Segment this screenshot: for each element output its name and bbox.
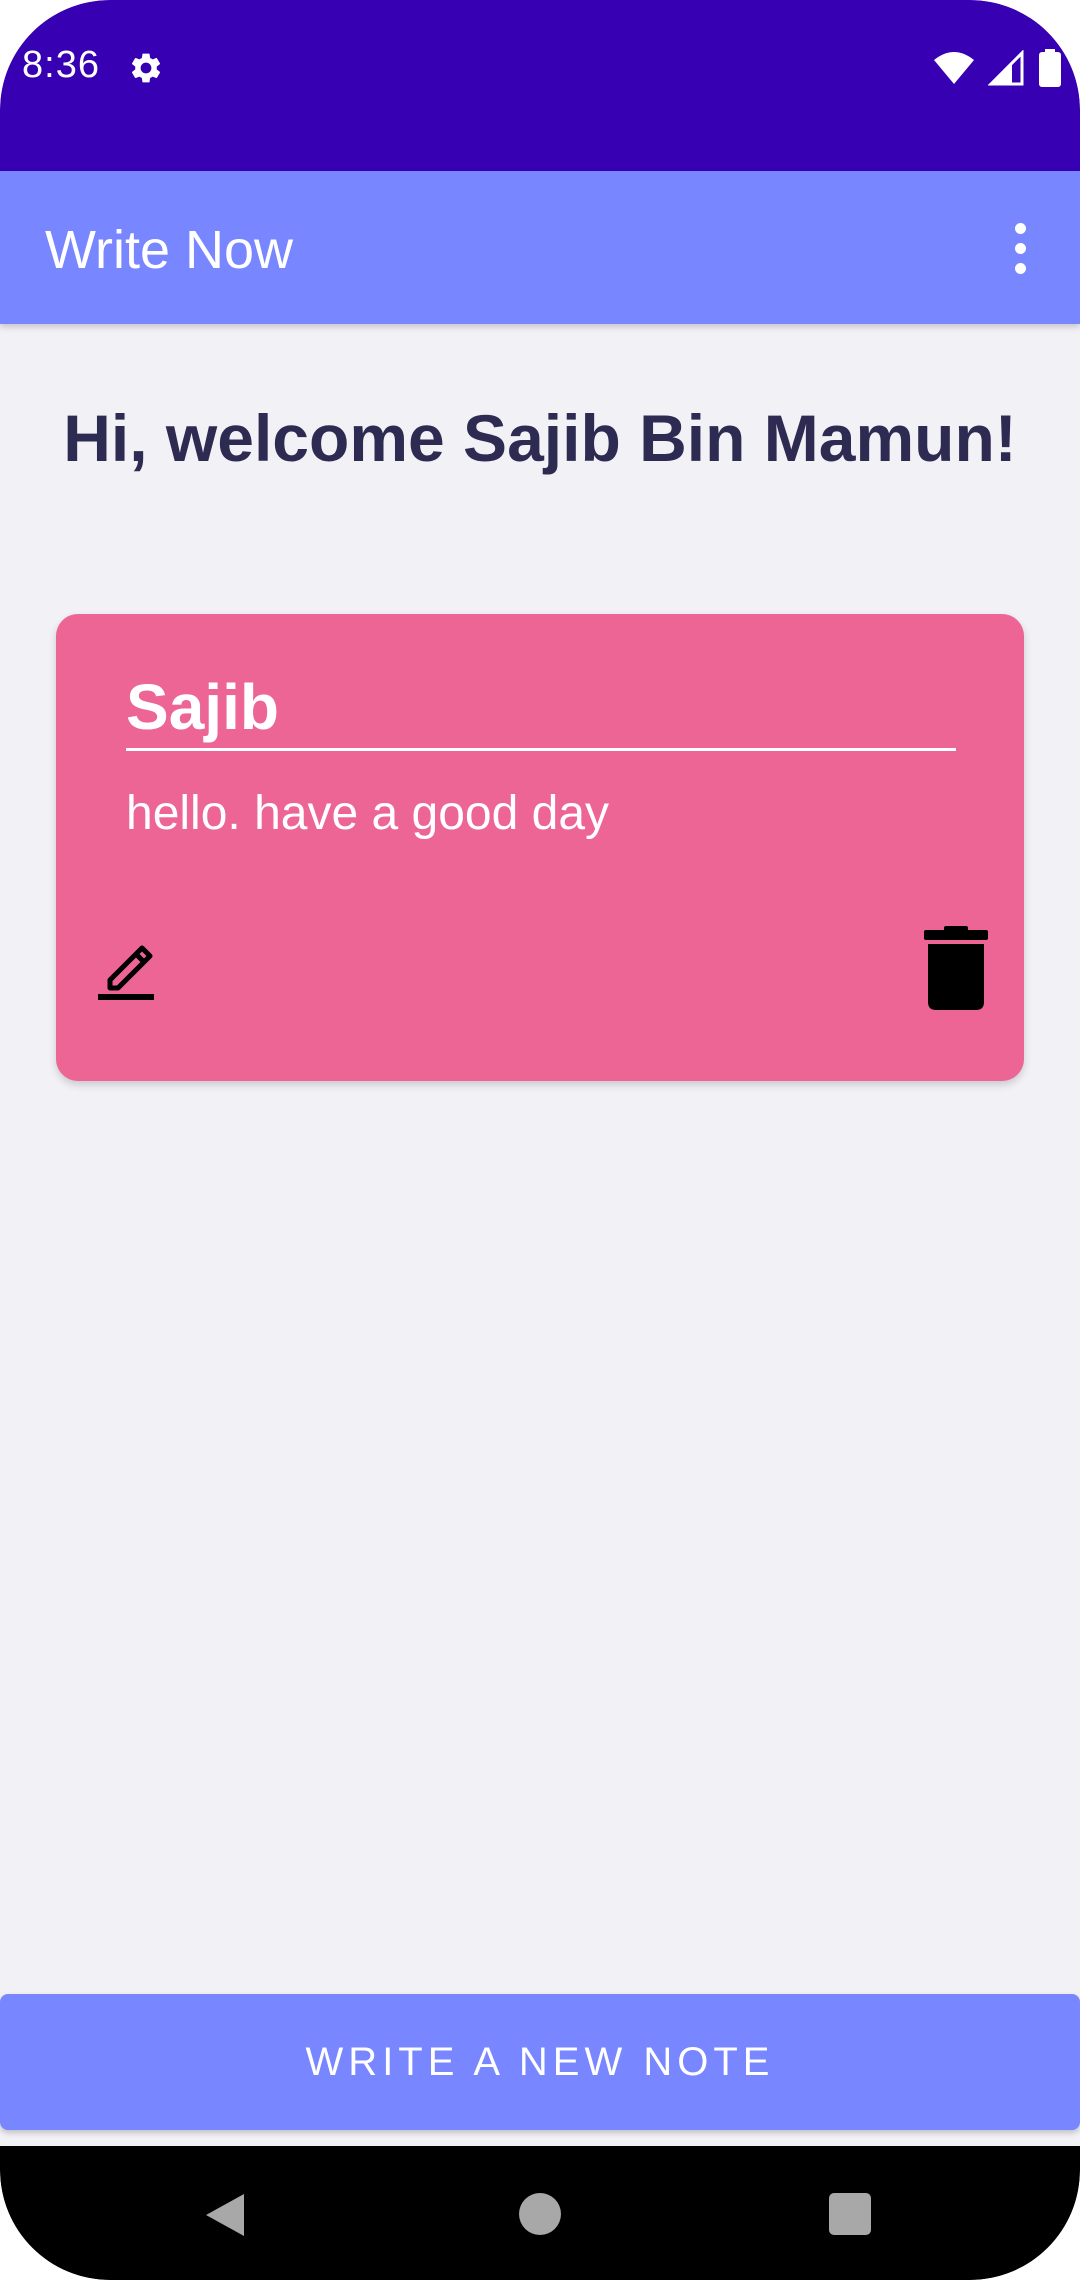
more-options-button[interactable]	[1000, 213, 1040, 283]
status-icons	[934, 48, 1062, 88]
more-vert-icon	[1014, 222, 1026, 234]
battery-icon	[1039, 49, 1061, 87]
settings-gear-icon	[131, 53, 161, 83]
note-title: Sajib	[126, 671, 279, 743]
home-icon[interactable]	[519, 2193, 561, 2235]
navigation-bar	[0, 2146, 1080, 2280]
status-bar: 8:36	[0, 0, 1080, 171]
write-new-note-button[interactable]: WRITE A NEW NOTE	[0, 1994, 1080, 2130]
note-body: hello. have a good day	[126, 787, 610, 840]
recents-icon[interactable]	[829, 2193, 871, 2235]
device-screen: 8:36 Write Now Hi, welcome Sajib Bin Mam…	[0, 0, 1080, 2280]
app-bar: Write Now	[0, 171, 1080, 324]
cellular-signal-icon	[988, 50, 1024, 86]
wifi-icon	[934, 52, 974, 84]
note-card[interactable]: Sajib hello. have a good day	[56, 614, 1024, 1081]
note-divider	[126, 748, 956, 751]
app-title: Write Now	[45, 220, 294, 280]
welcome-heading: Hi, welcome Sajib Bin Mamun!	[63, 401, 1017, 475]
trash-icon[interactable]	[920, 926, 992, 1010]
back-icon[interactable]	[200, 2190, 250, 2240]
edit-pencil-icon[interactable]	[92, 932, 164, 1004]
status-time: 8:36	[22, 44, 100, 86]
